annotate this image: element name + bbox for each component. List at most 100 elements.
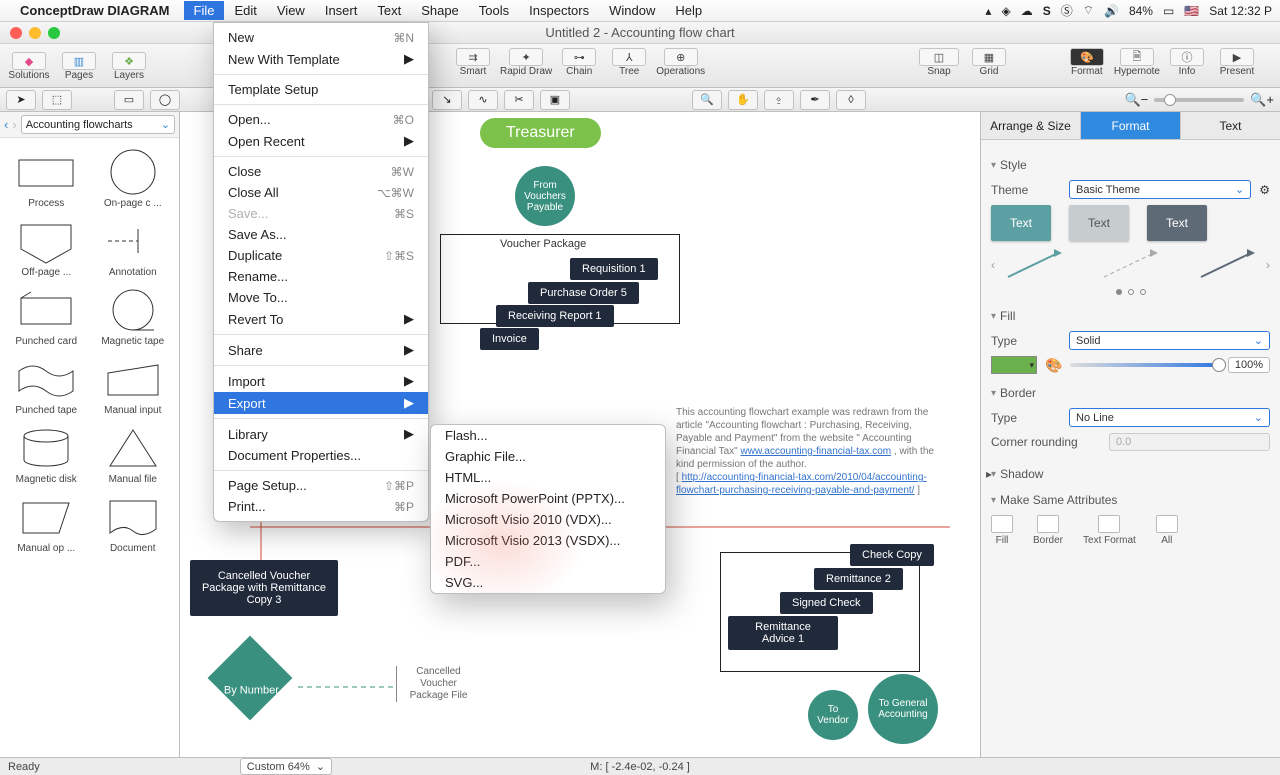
tab-text[interactable]: Text	[1181, 112, 1280, 139]
toolbar-layers[interactable]: ❖Layers	[106, 50, 152, 81]
file-menu-new-with-template[interactable]: New With Template▶	[214, 48, 428, 70]
cloud-icon[interactable]: ☁	[1021, 4, 1033, 18]
node-treasurer[interactable]: Treasurer	[480, 118, 601, 148]
arrow-style-3[interactable]	[1197, 247, 1257, 283]
menu-file[interactable]: File	[184, 1, 225, 20]
make-same-all[interactable]: All	[1156, 515, 1178, 546]
battery-icon[interactable]: ▭	[1163, 4, 1174, 18]
toolbar-rapid-draw[interactable]: ✦Rapid Draw	[500, 46, 552, 77]
shape-manual-op-[interactable]: Manual op ...	[6, 491, 87, 554]
section-fill[interactable]: Fill	[991, 303, 1270, 325]
file-menu-print-[interactable]: Print...⌘P	[214, 496, 428, 517]
file-menu-close[interactable]: Close⌘W	[214, 161, 428, 182]
marquee-tool-icon[interactable]: ⬚	[42, 90, 72, 110]
file-menu-share[interactable]: Share▶	[214, 339, 428, 361]
node-remittance-2[interactable]: Remittance 2	[814, 568, 903, 590]
node-receiving-report[interactable]: Receiving Report 1	[496, 305, 614, 327]
toolbar-solutions[interactable]: ◆Solutions	[6, 50, 52, 81]
fill-color-swatch[interactable]: ▾	[991, 356, 1037, 374]
section-shadow[interactable]: ▸Shadow	[991, 457, 1270, 483]
opacity-value[interactable]: 100%	[1228, 357, 1270, 373]
export-svg-[interactable]: SVG...	[431, 572, 665, 593]
shape-magnetic-disk[interactable]: Magnetic disk	[6, 422, 87, 485]
file-menu-rename-[interactable]: Rename...	[214, 266, 428, 287]
scissors-tool-icon[interactable]: ✂	[504, 90, 534, 110]
toolbar-pages[interactable]: ▥Pages	[56, 50, 102, 81]
toolbar-operations[interactable]: ⊕Operations	[656, 46, 705, 77]
diamond-icon[interactable]: ◈	[1001, 4, 1010, 18]
link-accounting-site[interactable]: www.accounting-financial-tax.com	[741, 446, 892, 457]
export-microsoft-visio-2010-vdx-[interactable]: Microsoft Visio 2010 (VDX)...	[431, 509, 665, 530]
border-type-select[interactable]: No Line⌄	[1069, 408, 1270, 427]
file-menu-revert-to[interactable]: Revert To▶	[214, 308, 428, 330]
node-cancelled-voucher-card[interactable]: Cancelled Voucher Package with Remittanc…	[190, 560, 338, 616]
file-menu-close-all[interactable]: Close All⌥⌘W	[214, 182, 428, 203]
ellipse-shape-icon[interactable]: ◯	[150, 90, 180, 110]
file-menu-export[interactable]: Export▶	[214, 392, 428, 414]
theme-swatch-1[interactable]: Text	[991, 205, 1051, 241]
rect-shape-icon[interactable]: ▭	[114, 90, 144, 110]
toolbar-grid[interactable]: ▦Grid	[966, 46, 1012, 77]
menu-text[interactable]: Text	[367, 1, 411, 20]
node-signed-check[interactable]: Signed Check	[780, 592, 873, 614]
curve-tool-icon[interactable]: ∿	[468, 90, 498, 110]
s-logo-icon[interactable]: S	[1043, 4, 1051, 18]
zoom-out-icon[interactable]: 🔍−	[1124, 92, 1148, 108]
node-requisition[interactable]: Requisition 1	[570, 258, 658, 280]
node-invoice[interactable]: Invoice	[480, 328, 539, 350]
close-window-icon[interactable]	[10, 27, 22, 39]
shape-on-page-c-[interactable]: On-page c ...	[93, 146, 174, 209]
node-by-number[interactable]: By Number	[208, 636, 293, 721]
export-html-[interactable]: HTML...	[431, 467, 665, 488]
menu-window[interactable]: Window	[599, 1, 665, 20]
zoom-combo[interactable]: Custom 64%⌄	[240, 758, 332, 775]
file-menu-page-setup-[interactable]: Page Setup...⇧⌘P	[214, 475, 428, 496]
export-flash-[interactable]: Flash...	[431, 425, 665, 446]
arrow-style-2[interactable]	[1100, 247, 1160, 283]
theme-swatch-2[interactable]: Text	[1069, 205, 1129, 241]
export-microsoft-visio-2013-vsdx-[interactable]: Microsoft Visio 2013 (VSDX)...	[431, 530, 665, 551]
make-same-border[interactable]: Border	[1033, 515, 1063, 546]
make-same-fill[interactable]: Fill	[991, 515, 1013, 546]
shape-manual-file[interactable]: Manual file	[93, 422, 174, 485]
toolbar-snap[interactable]: ◫Snap	[916, 46, 962, 77]
zoom-slider[interactable]	[1154, 98, 1244, 102]
shape-manual-input[interactable]: Manual input	[93, 353, 174, 416]
shape-punched-card[interactable]: Punched card	[6, 284, 87, 347]
color-wheel-icon[interactable]: 🎨	[1045, 357, 1062, 374]
file-menu-document-properties-[interactable]: Document Properties...	[214, 445, 428, 466]
toolbar-smart[interactable]: ⇉Smart	[450, 46, 496, 77]
container-tool-icon[interactable]: ▣	[540, 90, 570, 110]
theme-swatch-3[interactable]: Text	[1147, 205, 1207, 241]
zoom-window-icon[interactable]	[48, 27, 60, 39]
corner-rounding-input[interactable]: 0.0	[1109, 433, 1270, 451]
section-style[interactable]: Style	[991, 152, 1270, 174]
shape-punched-tape[interactable]: Punched tape	[6, 353, 87, 416]
node-remittance-advice[interactable]: Remittance Advice 1	[728, 616, 838, 650]
style-next-icon[interactable]: ›	[1266, 258, 1270, 272]
file-menu-duplicate[interactable]: Duplicate⇧⌘S	[214, 245, 428, 266]
shape-document[interactable]: Document	[93, 491, 174, 554]
menu-help[interactable]: Help	[665, 1, 712, 20]
node-purchase-order[interactable]: Purchase Order 5	[528, 282, 639, 304]
shape-annotation[interactable]: Annotation	[93, 215, 174, 278]
skype-icon[interactable]: Ⓢ	[1061, 2, 1073, 19]
eyedropper-tool-icon[interactable]: ✒	[800, 90, 830, 110]
fill-type-select[interactable]: Solid⌄	[1069, 331, 1270, 350]
export-microsoft-powerpoint-pptx-[interactable]: Microsoft PowerPoint (PPTX)...	[431, 488, 665, 509]
toolbar-hypernote[interactable]: 🗎Hypernote	[1114, 46, 1160, 77]
file-menu-new[interactable]: New⌘N	[214, 27, 428, 48]
nav-fwd-icon[interactable]: ›	[12, 117, 16, 132]
stamp-tool-icon[interactable]: ⍚	[764, 90, 794, 110]
file-menu-move-to-[interactable]: Move To...	[214, 287, 428, 308]
toolbar-chain[interactable]: ⊶Chain	[556, 46, 602, 77]
export-pdf-[interactable]: PDF...	[431, 551, 665, 572]
file-menu-library[interactable]: Library▶	[214, 423, 428, 445]
connector-tool-icon[interactable]: ↘	[432, 90, 462, 110]
theme-select[interactable]: Basic Theme⌄	[1069, 180, 1251, 199]
section-make-same[interactable]: Make Same Attributes	[991, 487, 1270, 509]
eraser-tool-icon[interactable]: ◊	[836, 90, 866, 110]
shape-off-page-[interactable]: Off-page ...	[6, 215, 87, 278]
link-article-url[interactable]: http://accounting-financial-tax.com/2010…	[676, 472, 927, 496]
search-tool-icon[interactable]: 🔍	[692, 90, 722, 110]
